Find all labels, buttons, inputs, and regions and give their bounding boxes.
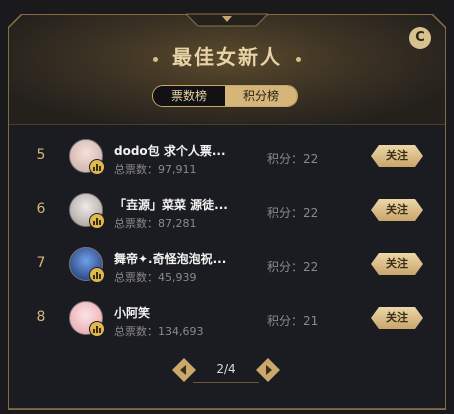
ranking-tabs: 票数榜 积分榜 bbox=[152, 85, 298, 107]
page-indicator: 2/4 bbox=[216, 362, 236, 376]
ranking-panel: 最佳女新人 C 票数榜 积分榜 5 dodo包 求个人票... 总票数：97,9… bbox=[8, 14, 446, 410]
chart-badge-icon bbox=[89, 267, 105, 283]
chart-badge-icon bbox=[89, 213, 105, 229]
score: 积分：21 bbox=[267, 314, 319, 328]
chart-badge-icon bbox=[89, 159, 105, 175]
rank-number: 6 bbox=[36, 201, 46, 217]
follow-button[interactable]: 关注 bbox=[371, 199, 423, 221]
user-name[interactable]: 舞帝✦.奇怪泡泡祝... bbox=[114, 250, 226, 267]
list-item: 7 舞帝✦.奇怪泡泡祝... 总票数：45,939 积分：22 关注 bbox=[9, 239, 445, 293]
ranking-list: 5 dodo包 求个人票... 总票数：97,911 积分：22 关注 6 「壵… bbox=[9, 131, 445, 347]
pagination-underline bbox=[193, 382, 259, 383]
tab-votes[interactable]: 票数榜 bbox=[153, 86, 225, 106]
total-votes: 总票数：87,281 bbox=[114, 217, 197, 230]
user-name[interactable]: dodo包 求个人票... bbox=[114, 142, 226, 159]
list-item: 8 小阿笑 总票数：134,693 积分：21 关注 bbox=[9, 293, 445, 347]
follow-button[interactable]: 关注 bbox=[371, 307, 423, 329]
next-page-button[interactable] bbox=[255, 357, 281, 383]
follow-button[interactable]: 关注 bbox=[371, 253, 423, 275]
rank-number: 7 bbox=[36, 255, 46, 271]
panel-header: 最佳女新人 C 票数榜 积分榜 bbox=[9, 15, 445, 125]
rank-number: 5 bbox=[36, 147, 46, 163]
list-item: 5 dodo包 求个人票... 总票数：97,911 积分：22 关注 bbox=[9, 131, 445, 185]
title-dot-left bbox=[153, 57, 158, 62]
user-name[interactable]: 「壵源」菜菜 源徒... bbox=[114, 196, 228, 213]
score: 积分：22 bbox=[267, 260, 319, 274]
page-title: 最佳女新人 bbox=[172, 45, 282, 69]
refresh-icon[interactable]: C bbox=[409, 27, 431, 49]
follow-button[interactable]: 关注 bbox=[371, 145, 423, 167]
user-name[interactable]: 小阿笑 bbox=[114, 304, 150, 321]
top-notch-decoration bbox=[186, 13, 268, 27]
title-dot-right bbox=[296, 57, 301, 62]
total-votes: 总票数：97,911 bbox=[114, 163, 197, 176]
pagination: 2/4 bbox=[171, 357, 281, 383]
title-wrap: 最佳女新人 bbox=[9, 41, 445, 70]
score: 积分：22 bbox=[267, 152, 319, 166]
total-votes: 总票数：134,693 bbox=[114, 325, 204, 338]
chart-badge-icon bbox=[89, 321, 105, 337]
rank-number: 8 bbox=[36, 309, 46, 325]
score: 积分：22 bbox=[267, 206, 319, 220]
tab-score[interactable]: 积分榜 bbox=[225, 86, 297, 106]
list-item: 6 「壵源」菜菜 源徒... 总票数：87,281 积分：22 关注 bbox=[9, 185, 445, 239]
total-votes: 总票数：45,939 bbox=[114, 271, 197, 284]
prev-page-button[interactable] bbox=[171, 357, 197, 383]
